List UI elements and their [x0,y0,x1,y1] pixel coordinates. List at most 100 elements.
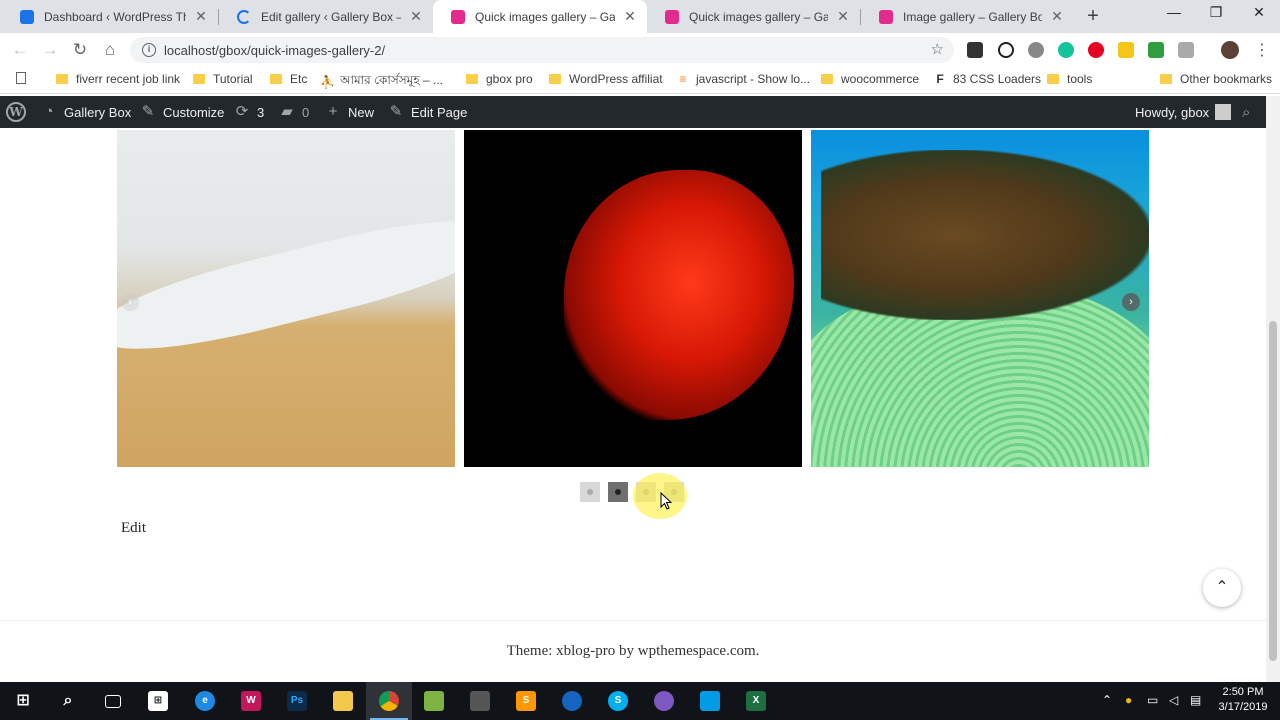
slider-dot-2-active[interactable] [608,482,628,502]
browser-tab-3-active[interactable]: Quick images gallery – Gallery ✕ [433,0,647,33]
page-scrollbar[interactable] [1266,96,1280,682]
bookmark-item[interactable]: Etc [270,72,307,86]
browser-tab-4[interactable]: Quick images gallery – Gallery ✕ [647,0,860,33]
taskbar-chrome[interactable] [366,682,412,720]
taskbar-app-green[interactable] [411,682,457,720]
site-name-menu[interactable]: ◔ Gallery Box [40,96,131,128]
bookmark-star-icon[interactable]: ☆ [931,40,944,58]
bookmark-item[interactable]: Tutorial [193,72,253,86]
tray-overflow-chevron-icon[interactable]: ⌃ [1102,693,1112,707]
reef-fish-image[interactable] [811,130,1149,467]
red-betta-fish-image[interactable] [464,130,802,467]
network-icon[interactable]: ▭ [1147,693,1158,707]
close-tab-icon[interactable]: ✕ [194,8,208,25]
bookmark-item[interactable]: woocommerce [821,72,919,86]
taskbar-firefox[interactable] [549,682,595,720]
close-tab-icon[interactable]: ✕ [409,8,423,25]
customize-link[interactable]: ✎ Customize [139,96,225,128]
bookmark-item[interactable]: F 83 CSS Loaders [933,72,1041,86]
close-tab-icon[interactable]: ✕ [1050,8,1064,25]
extension-sync-icon[interactable] [998,42,1014,58]
taskbar-photoshop[interactable]: Ps [274,682,320,720]
volume-icon[interactable]: ◁ [1169,693,1178,707]
video-camera-icon [700,691,720,711]
bookmark-item[interactable]: ≡ javascript - Show lo... [676,72,810,86]
system-clock[interactable]: 2:50 PM 3/17/2019 [1212,685,1274,715]
bookmark-item[interactable]: Other bookmarks [1160,72,1272,86]
address-bar[interactable]: i localhost/gbox/quick-images-gallery-2/… [130,37,954,63]
pencil-icon: ✎ [389,103,403,120]
slider-next-arrow-icon[interactable]: › [1122,293,1140,311]
taskbar-app-tools[interactable] [457,682,503,720]
restore-window-button[interactable]: ❐ [1204,4,1228,26]
extension-yellow-icon[interactable] [1118,42,1134,58]
my-account-menu[interactable]: Howdy, gbox [1135,96,1232,128]
taskbar-excel[interactable]: X [733,682,779,720]
site-info-icon[interactable]: i [142,43,156,57]
howdy-label: Howdy, gbox [1135,104,1210,120]
bookmark-item[interactable]: gbox pro [466,72,533,86]
taskbar-app-video[interactable] [687,682,733,720]
minimize-window-button[interactable]: — [1162,4,1186,26]
start-button[interactable]: ⊞ [0,682,46,720]
browser-tab-5[interactable]: Image gallery – Gallery Box ✕ [861,0,1074,33]
page-content: ‹ › Edit ⌃ Theme: xblog-pro by wpthemesp… [0,128,1266,682]
taskbar-app-globe[interactable] [641,682,687,720]
slider-dot-1[interactable] [580,482,600,502]
extension-pinterest-icon[interactable] [1088,42,1104,58]
extension-wr-icon[interactable] [967,42,983,58]
paintbrush-icon: ✎ [141,103,155,120]
browser-tab-2[interactable]: Edit gallery ‹ Gallery Box — W ✕ [219,0,433,33]
apps-page-icon[interactable] [16,72,34,84]
extension-grammarly-icon[interactable] [1058,42,1074,58]
updates-count: 3 [257,104,265,120]
bookmark-item[interactable]: tools [1047,72,1092,86]
site-footer: Theme: xblog-pro by wpthemespace.com. [0,620,1266,682]
new-content-menu[interactable]: + New [324,96,374,128]
bookmark-item[interactable]: ⛹ আমার কোর্সসমূহ – ... [320,72,443,92]
bookmark-item[interactable]: fiverr recent job link [56,72,180,86]
forward-arrow-icon[interactable]: → [39,39,61,61]
slider-prev-arrow-icon[interactable]: ‹ [121,293,139,311]
close-tab-icon[interactable]: ✕ [623,8,637,25]
updates-link[interactable]: ⟳ 3 [233,96,265,128]
taskbar-file-explorer[interactable] [320,682,366,720]
bookmark-label: fiverr recent job link [76,72,181,86]
taskbar-app-pink[interactable]: W [228,682,274,720]
back-arrow-icon[interactable]: ← [9,39,31,61]
taskbar-skype[interactable]: S [595,682,641,720]
clock-time: 2:50 PM [1222,686,1264,698]
beach-wave-image[interactable] [117,130,455,467]
edit-page-link[interactable]: ✎ Edit Page [387,96,468,128]
betta-fish-shape [564,170,794,420]
search-button[interactable]: ⌕ [45,682,91,720]
tray-app-icon[interactable]: ● [1125,693,1132,707]
scroll-to-top-button[interactable]: ⌃ [1203,569,1241,607]
admin-search-icon[interactable]: ⌕ [1242,96,1250,128]
scrollbar-thumb[interactable] [1269,321,1277,661]
browser-menu-icon[interactable]: ⋮ [1254,40,1270,60]
taskbar-edge[interactable]: e [182,682,228,720]
taskbar-store[interactable]: ⊞ [135,682,181,720]
home-icon[interactable]: ⌂ [99,39,121,61]
comments-link[interactable]: ▰ 0 [278,96,309,128]
close-window-button[interactable]: ✕ [1247,4,1271,26]
updates-refresh-icon: ⟳ [235,103,249,120]
close-tab-icon[interactable]: ✕ [836,8,850,25]
globe-icon [654,691,674,711]
extension-camera-icon[interactable] [1178,42,1194,58]
browser-tab-1[interactable]: Dashboard ‹ WordPress Theme ✕ [2,0,218,33]
extension-gear-icon[interactable] [1028,42,1044,58]
bookmark-item[interactable]: WordPress affiliat [549,72,663,86]
new-tab-button[interactable]: + [1082,5,1104,27]
edit-post-link[interactable]: Edit [121,520,146,537]
folder-icon [193,74,205,84]
wp-logo-menu[interactable]: W [6,96,26,128]
extension-download-icon[interactable] [1148,42,1164,58]
profile-avatar-icon[interactable] [1221,41,1239,59]
task-view-button[interactable] [90,682,136,720]
skype-icon: S [608,691,628,711]
reload-icon[interactable]: ↻ [69,39,91,61]
notification-center-icon[interactable]: ▤ [1190,693,1201,707]
taskbar-sublime[interactable]: S [503,682,549,720]
